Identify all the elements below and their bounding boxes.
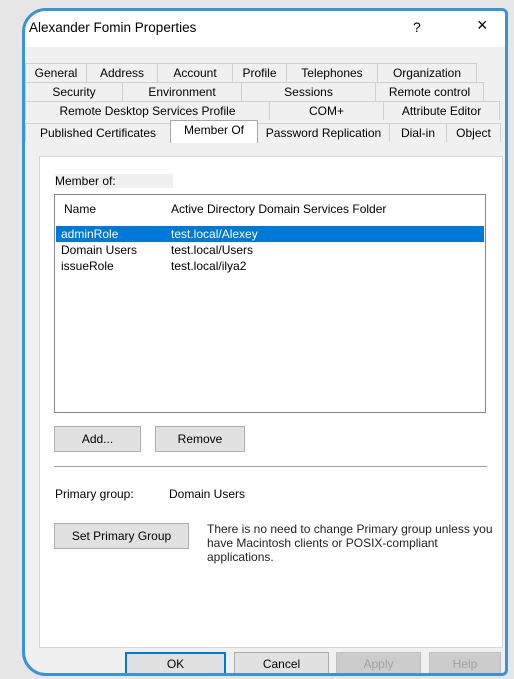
tab-general[interactable]: General <box>25 63 87 82</box>
member-of-label: Member of: <box>55 174 173 188</box>
tab-organization[interactable]: Organization <box>377 63 477 82</box>
remove-button[interactable]: Remove <box>155 426 245 452</box>
tab-security[interactable]: Security <box>25 82 123 101</box>
table-row[interactable]: adminRole test.local/Alexey <box>56 226 484 242</box>
member-of-list[interactable]: Name Active Directory Domain Services Fo… <box>54 194 486 413</box>
table-row[interactable]: issueRole test.local/ilya2 <box>56 258 484 274</box>
tab-row-3: Remote Desktop Services Profile COM+ Att… <box>25 101 500 120</box>
set-primary-group-button[interactable]: Set Primary Group <box>54 523 189 549</box>
group-name: adminRole <box>61 227 119 241</box>
tab-profile[interactable]: Profile <box>232 63 287 82</box>
group-name: Domain Users <box>61 243 138 257</box>
tab-password-replication[interactable]: Password Replication <box>257 123 390 142</box>
tab-strip: General Address Account Profile Telephon… <box>25 63 505 157</box>
tab-remote-desktop-services-profile[interactable]: Remote Desktop Services Profile <box>25 101 270 120</box>
help-button[interactable]: Help <box>429 652 501 673</box>
divider <box>54 466 487 467</box>
close-icon[interactable]: × <box>477 15 488 36</box>
column-header-folder[interactable]: Active Directory Domain Services Folder <box>171 195 471 223</box>
title-bar: Alexander Fomin Properties ? × <box>25 11 505 47</box>
tab-row-4: Published Certificates Member Of Passwor… <box>25 120 501 143</box>
tab-address[interactable]: Address <box>86 63 158 82</box>
member-of-page: Member of: Name Active Directory Domain … <box>39 156 503 648</box>
tab-row-2: Security Environment Sessions Remote con… <box>25 82 484 101</box>
table-row[interactable]: Domain Users test.local/Users <box>56 242 484 258</box>
tab-environment[interactable]: Environment <box>122 82 242 101</box>
tab-account[interactable]: Account <box>157 63 233 82</box>
tab-attribute-editor[interactable]: Attribute Editor <box>383 101 500 120</box>
tab-object[interactable]: Object <box>446 123 501 142</box>
window-title: Alexander Fomin Properties <box>29 20 197 35</box>
primary-group-label: Primary group: <box>55 487 134 501</box>
primary-group-value: Domain Users <box>169 487 246 501</box>
list-header: Name Active Directory Domain Services Fo… <box>55 195 485 223</box>
apply-button[interactable]: Apply <box>336 652 421 673</box>
tab-dial-in[interactable]: Dial-in <box>389 123 447 142</box>
group-folder: test.local/Users <box>171 243 254 257</box>
tab-com-plus[interactable]: COM+ <box>269 101 384 120</box>
cancel-button[interactable]: Cancel <box>234 652 329 673</box>
group-folder: test.local/ilya2 <box>171 259 247 273</box>
primary-group-note: There is no need to change Primary group… <box>207 522 493 564</box>
tab-sessions[interactable]: Sessions <box>241 82 376 101</box>
tab-remote-control[interactable]: Remote control <box>375 82 484 101</box>
tab-member-of[interactable]: Member Of <box>170 120 258 143</box>
column-header-name[interactable]: Name <box>55 195 171 223</box>
tab-telephones[interactable]: Telephones <box>286 63 378 82</box>
help-icon[interactable]: ? <box>413 19 421 35</box>
group-folder: test.local/Alexey <box>171 227 258 241</box>
ok-button[interactable]: OK <box>125 652 226 673</box>
tab-published-certificates[interactable]: Published Certificates <box>25 123 171 142</box>
tab-row-1: General Address Account Profile Telephon… <box>25 63 477 82</box>
add-button[interactable]: Add... <box>54 426 141 452</box>
group-name: issueRole <box>61 259 114 273</box>
properties-window: Alexander Fomin Properties ? × General A… <box>22 8 508 676</box>
